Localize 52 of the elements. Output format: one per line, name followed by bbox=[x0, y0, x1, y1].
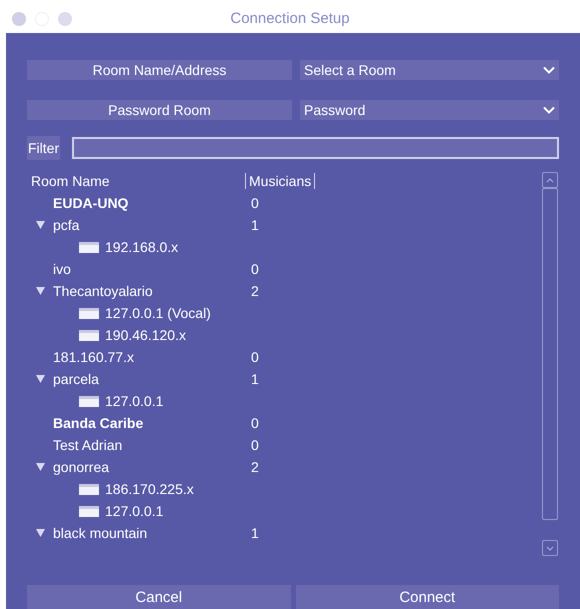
room-name: 181.160.77.x bbox=[53, 348, 134, 364]
disclosure-triangle-icon[interactable] bbox=[36, 375, 44, 383]
disclosure-triangle-icon[interactable] bbox=[36, 221, 44, 229]
room-name: Thecantoyalario bbox=[53, 282, 153, 298]
field-label: Password Room bbox=[27, 100, 292, 120]
dialog-button[interactable]: Cancel bbox=[27, 585, 290, 609]
room-name: EUDA-UNQ bbox=[53, 194, 128, 210]
disclosure-triangle-icon[interactable] bbox=[36, 463, 44, 471]
dialog-button[interactable]: Connect bbox=[296, 585, 559, 609]
scroll-down-icon[interactable] bbox=[546, 546, 554, 550]
client-address: 127.0.0.1 bbox=[105, 502, 164, 520]
display-icon bbox=[79, 484, 99, 494]
display-icon bbox=[79, 242, 99, 252]
room-name: black mountain bbox=[53, 524, 148, 540]
window-title: Connection Setup bbox=[230, 9, 350, 30]
room-name: ivo bbox=[53, 260, 71, 276]
room-name: pcfa bbox=[53, 216, 80, 232]
column-header[interactable]: Room Name bbox=[31, 170, 245, 192]
field-label: Room Name/Address bbox=[27, 60, 292, 80]
room-name: Banda Caribe bbox=[53, 414, 144, 430]
musician-count: 0 bbox=[251, 414, 259, 432]
client-address: 127.0.0.1 (Vocal) bbox=[105, 304, 211, 323]
chevron-down-icon bbox=[543, 66, 555, 74]
scroll-up-icon[interactable] bbox=[546, 178, 554, 182]
client-address: 192.168.0.x bbox=[105, 238, 178, 256]
display-icon bbox=[79, 506, 99, 516]
password-dropdown[interactable]: Password bbox=[300, 100, 559, 120]
musician-count: 0 bbox=[251, 260, 259, 278]
musician-count: 1 bbox=[251, 370, 259, 388]
room-name: gonorrea bbox=[53, 458, 110, 474]
client-address: 127.0.0.1 bbox=[105, 392, 164, 410]
musician-count: 1 bbox=[251, 216, 259, 234]
room-name: Test Adrian bbox=[53, 436, 122, 452]
display-icon bbox=[79, 396, 99, 406]
musician-count: 2 bbox=[251, 458, 259, 476]
chevron-down-icon bbox=[543, 106, 555, 114]
disclosure-triangle-icon[interactable] bbox=[36, 287, 44, 295]
room-name: parcela bbox=[53, 370, 99, 386]
client-address: 190.46.120.x bbox=[105, 326, 186, 344]
musician-count: 0 bbox=[251, 194, 259, 212]
column-header[interactable]: Musicians bbox=[246, 170, 314, 192]
musician-count: 0 bbox=[251, 436, 259, 454]
disclosure-triangle-icon[interactable] bbox=[36, 529, 44, 537]
musician-count: 1 bbox=[251, 524, 259, 542]
display-icon bbox=[79, 308, 99, 318]
musician-count: 0 bbox=[251, 348, 259, 366]
filter-label: Filter bbox=[27, 136, 60, 160]
client-address: 186.170.225.x bbox=[105, 480, 194, 498]
musician-count: 2 bbox=[251, 282, 259, 300]
room-dropdown[interactable]: Select a Room bbox=[300, 60, 559, 80]
filter-field[interactable] bbox=[72, 137, 559, 159]
display-icon bbox=[79, 330, 99, 340]
